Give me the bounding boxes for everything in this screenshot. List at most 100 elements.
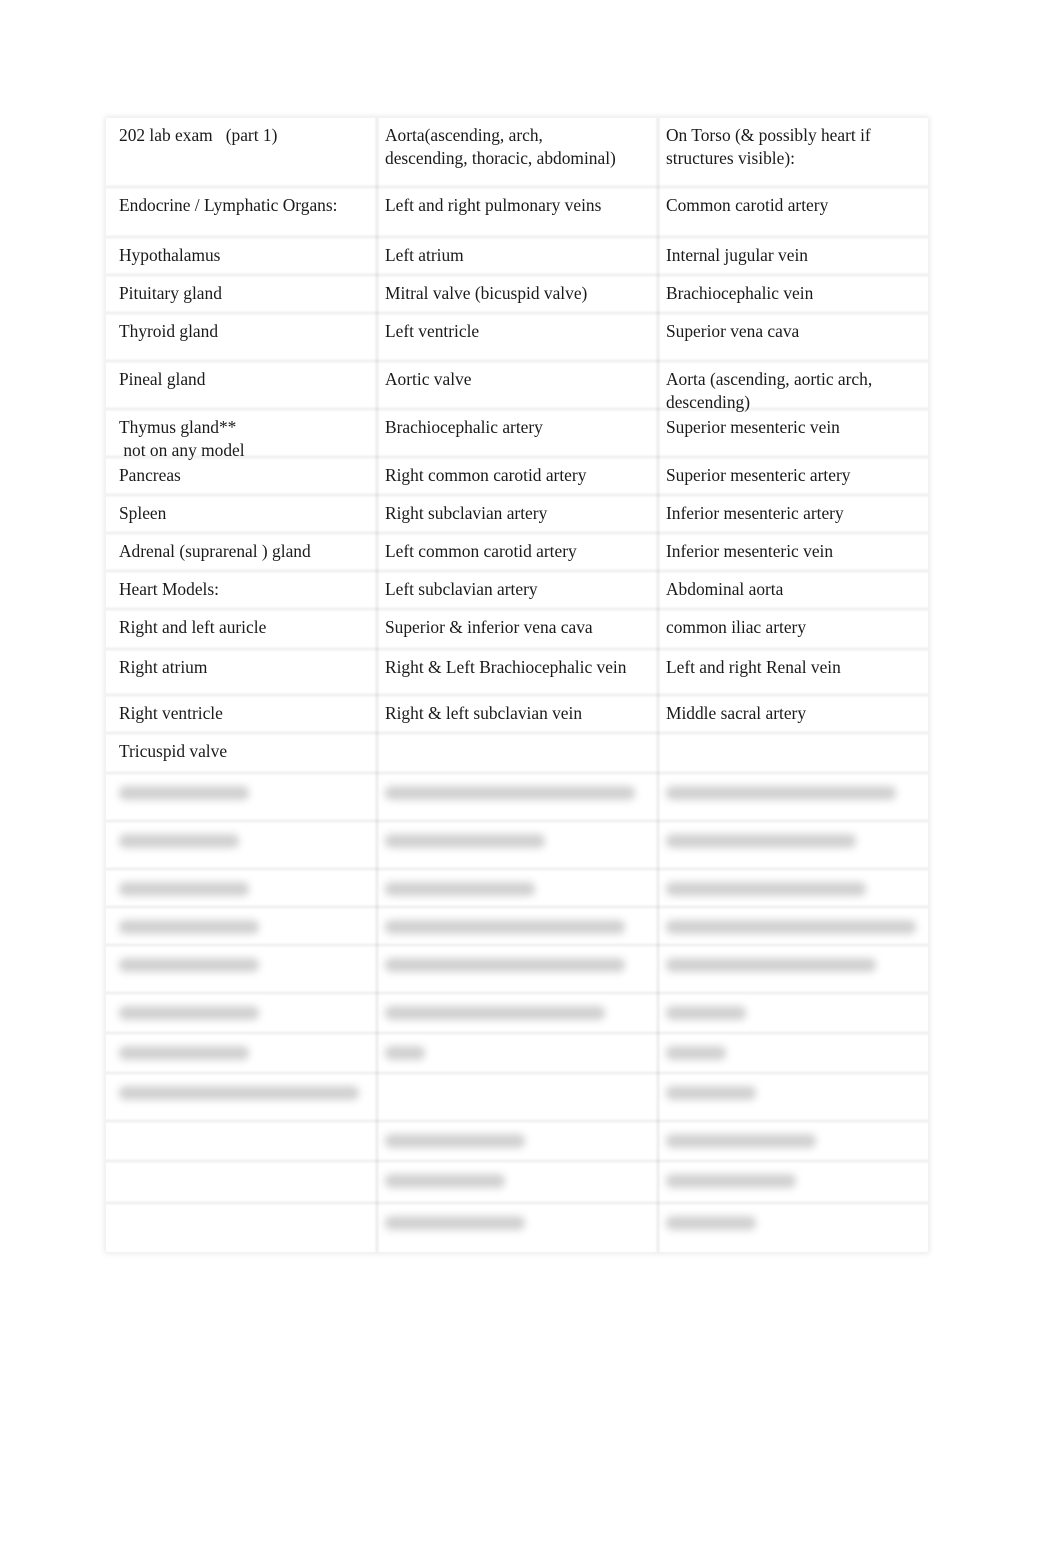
blurred-cell: [385, 1006, 605, 1020]
table-cell: Tricuspid valve: [119, 741, 228, 761]
table-cell: Adrenal (suprarenal ) gland: [119, 541, 311, 561]
table-cell: Internal jugular vein: [666, 245, 808, 265]
row-divider: [106, 358, 928, 364]
anatomy-table: 202 lab exam (part 1) Aorta(ascending, ar…: [106, 118, 928, 1252]
blurred-cell: [385, 1216, 525, 1230]
row-divider: [106, 1118, 928, 1124]
blurred-cell: [385, 1046, 425, 1060]
table-cell: Endocrine / Lymphatic Organs:: [119, 195, 338, 215]
blurred-cell: [385, 882, 535, 896]
table-cell: Right and left auricle: [119, 617, 267, 637]
table-cell: Right common carotid artery: [385, 465, 587, 485]
blurred-table-row: [106, 870, 928, 908]
table-row: Pituitary gland Mitral valve (bicuspid va…: [106, 276, 928, 314]
table-row: Right atrium Right & Left Brachiocephalic…: [106, 650, 928, 696]
row-divider: [106, 568, 928, 574]
blurred-cell: [385, 1174, 505, 1188]
table-cell: Right ventricle: [119, 703, 223, 723]
blurred-cell: [385, 958, 625, 972]
row-divider: [106, 1200, 928, 1206]
table-cell: Brachiocephalic artery: [385, 417, 543, 437]
table-cell: Middle sacral artery: [666, 703, 807, 723]
table-cell: Left ventricle: [385, 321, 480, 341]
table-cell: Spleen: [119, 503, 167, 523]
table-cell: Right subclavian artery: [385, 503, 548, 523]
table-row: Tricuspid valve: [106, 734, 928, 774]
row-divider: [106, 184, 928, 190]
blurred-cell: [385, 920, 625, 934]
blurred-table-row: [106, 1122, 928, 1162]
blurred-cell: [666, 882, 866, 896]
table-cell: Pituitary gland: [119, 283, 222, 303]
blurred-table-row: [106, 1034, 928, 1074]
row-divider: [106, 530, 928, 536]
table-cell: Superior & inferior vena cava: [385, 617, 593, 637]
table-cell: On Torso (& possibly heart if structures…: [666, 125, 871, 168]
row-divider: [106, 272, 928, 278]
table-cell: Left common carotid artery: [385, 541, 577, 561]
table-cell: Brachiocephalic vein: [666, 283, 814, 303]
row-divider: [106, 234, 928, 240]
blurred-cell: [666, 1216, 756, 1230]
row-divider: [106, 866, 928, 872]
row-divider: [106, 770, 928, 776]
row-divider: [106, 692, 928, 698]
table-cell: Inferior mesenteric vein: [666, 541, 834, 561]
row-divider: [106, 904, 928, 910]
row-divider: [106, 730, 928, 736]
row-divider: [106, 818, 928, 824]
row-divider: [106, 646, 928, 652]
table-cell: Right & left subclavian vein: [385, 703, 583, 723]
table-row: Adrenal (suprarenal ) gland Left common c…: [106, 534, 928, 572]
table-cell: Left subclavian artery: [385, 579, 538, 599]
table-cell: Right & Left Brachiocephalic vein: [385, 657, 627, 677]
blurred-cell: [119, 786, 249, 800]
row-divider: [106, 454, 928, 460]
blurred-cell: [666, 1086, 756, 1100]
blurred-table-row: [106, 1162, 928, 1204]
row-divider: [106, 492, 928, 498]
table-cell: Inferior mesenteric artery: [666, 503, 844, 523]
blurred-table-row: [106, 994, 928, 1034]
table-cell: common iliac artery: [666, 617, 807, 637]
blurred-cell: [666, 1134, 816, 1148]
table-cell: Aorta(ascending, arch, descending, thora…: [385, 125, 616, 168]
table-row: Thyroid gland Left ventricle Superior vena…: [106, 314, 928, 362]
blurred-cell: [385, 1134, 525, 1148]
table-row: Right and left auricle Superior & inferio…: [106, 610, 928, 650]
blurred-cell: [666, 1006, 746, 1020]
blurred-cell: [385, 786, 635, 800]
row-divider: [106, 990, 928, 996]
table-row: Hypothalamus Left atrium Internal jugular …: [106, 238, 928, 276]
table-cell: Pancreas: [119, 465, 181, 485]
blurred-table-row: [106, 822, 928, 870]
blurred-table-row: [106, 774, 928, 822]
blurred-cell: [119, 1086, 359, 1100]
table-cell: Left and right pulmonary veins: [385, 195, 602, 215]
blurred-cell: [119, 882, 249, 896]
blurred-table-row: [106, 946, 928, 994]
row-divider: [106, 606, 928, 612]
table-row: Thymus gland** not on any model Brachioce…: [106, 410, 928, 460]
row-divider: [106, 310, 928, 316]
blurred-cell: [385, 834, 545, 848]
table-cell: Superior vena cava: [666, 321, 800, 341]
table-row: Pineal gland Aortic valve Aorta (ascending…: [106, 362, 928, 412]
blurred-cell: [119, 958, 259, 972]
blurred-cell: [666, 1174, 796, 1188]
table-cell: Aortic valve: [385, 369, 472, 389]
blurred-table-row: [106, 908, 928, 946]
table-cell: Heart Models:: [119, 579, 219, 599]
blurred-cell: [666, 920, 916, 934]
blurred-cell: [119, 1046, 249, 1060]
table-cell: Superior mesenteric vein: [666, 417, 840, 437]
table-cell: Right atrium: [119, 657, 208, 677]
table-row: Endocrine / Lymphatic Organs: Left and ri…: [106, 188, 928, 238]
table-row: Right ventricle Right & left subclavian v…: [106, 696, 928, 734]
table-row: 202 lab exam (part 1) Aorta(ascending, ar…: [106, 118, 928, 188]
blurred-cell: [119, 920, 259, 934]
table-row: Pancreas Right common carotid artery Super…: [106, 458, 928, 496]
row-divider: [106, 406, 928, 412]
blurred-cell: [119, 834, 239, 848]
table-cell: 202 lab exam (part 1): [119, 125, 278, 145]
